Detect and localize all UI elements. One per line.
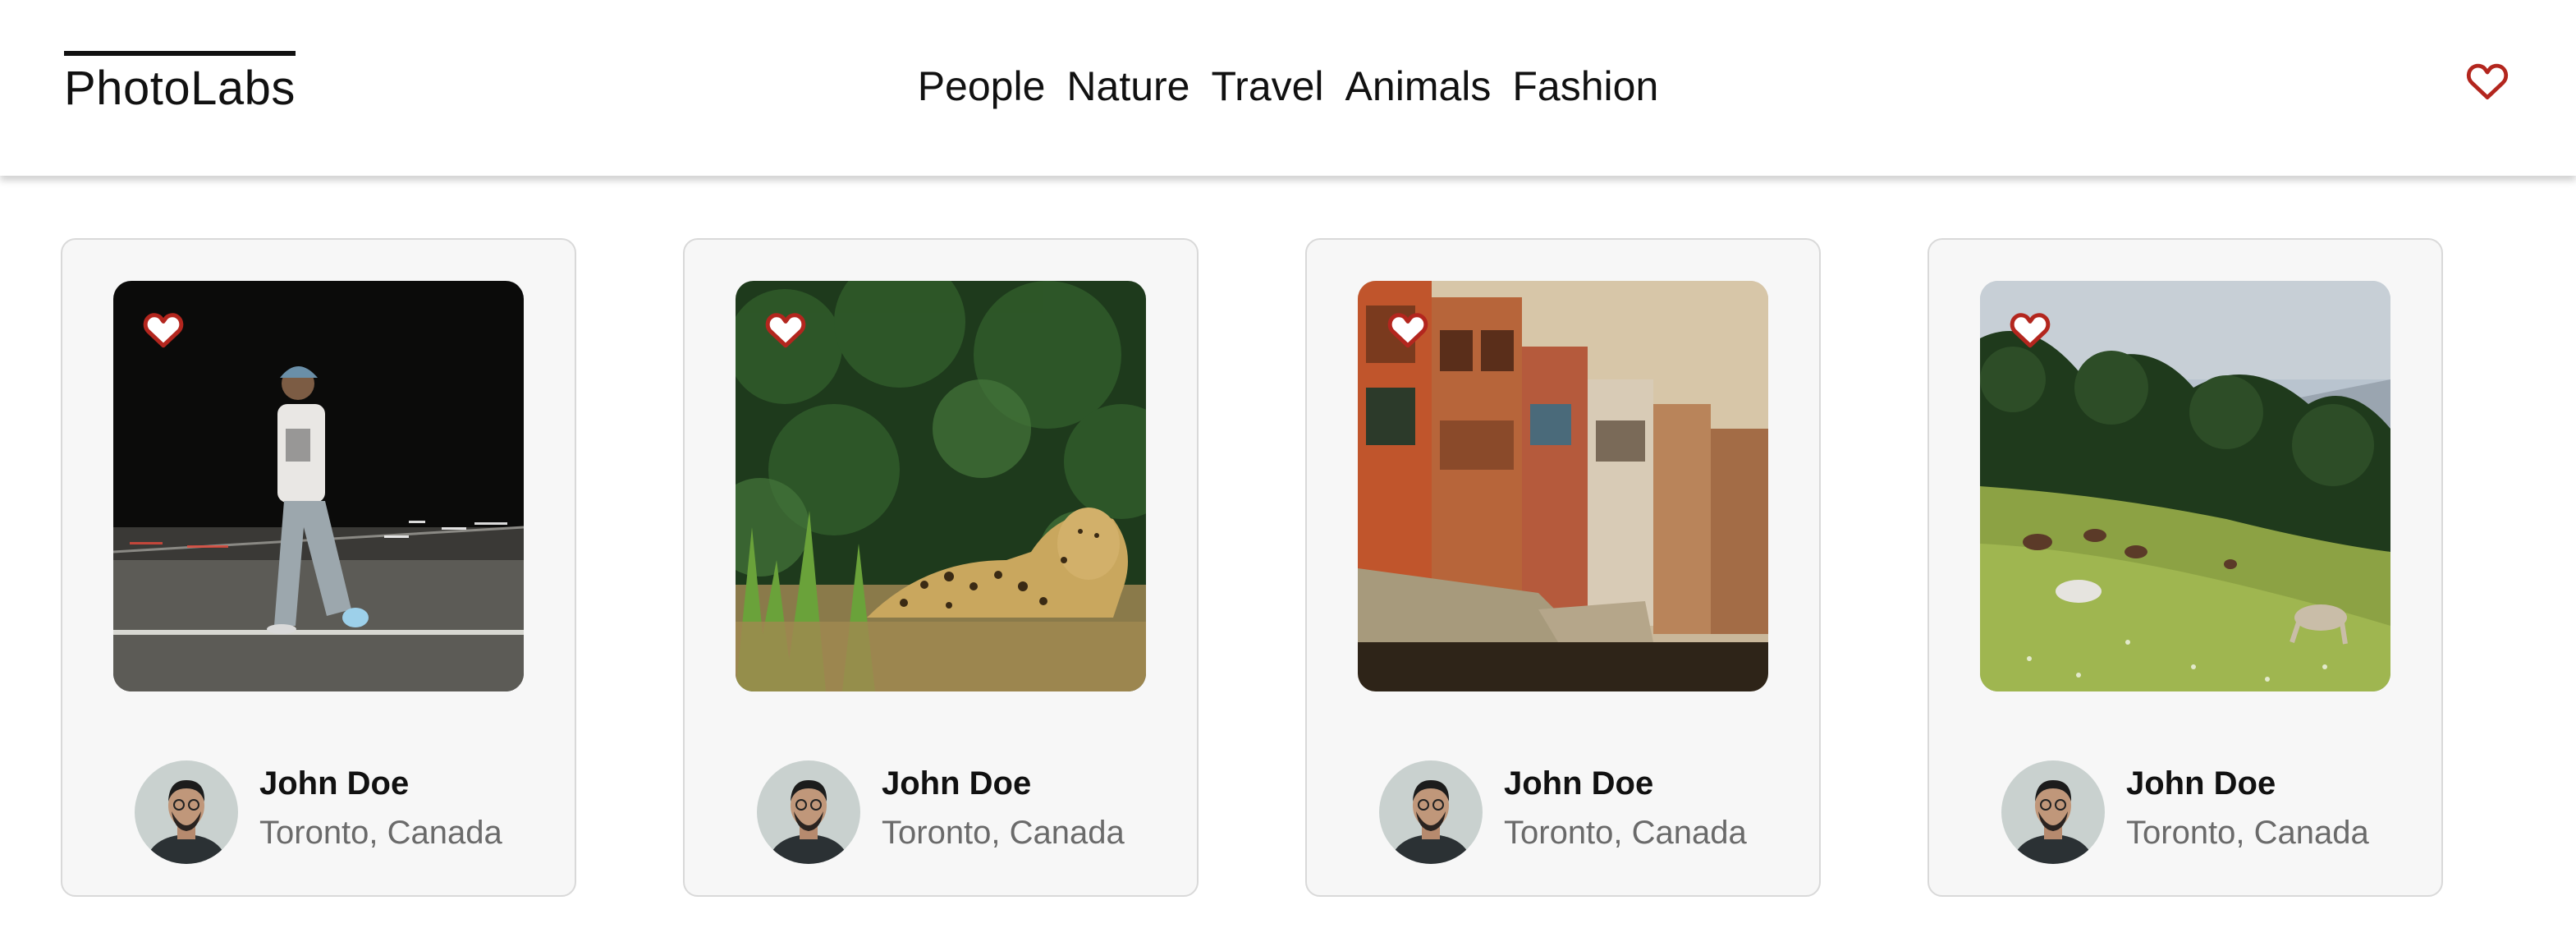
photo-user-details: John Doe Toronto, Canada: [2001, 760, 2395, 864]
photo-list-item[interactable]: John Doe Toronto, Canada: [683, 238, 1199, 897]
user-avatar: [757, 760, 860, 864]
user-location: Toronto, Canada: [2126, 815, 2369, 851]
photo-image[interactable]: [1980, 281, 2390, 691]
photo-user-details: John Doe Toronto, Canada: [1379, 760, 1773, 864]
photo-image[interactable]: [736, 281, 1146, 691]
user-name: John Doe: [882, 765, 1032, 802]
top-navigation-bar: PhotoLabs People Nature Travel Animals F…: [0, 0, 2576, 176]
user-name: John Doe: [2126, 765, 2276, 802]
favorite-heart-icon[interactable]: [2010, 310, 2051, 348]
topic-people[interactable]: People: [918, 57, 1046, 115]
topic-fashion[interactable]: Fashion: [1512, 57, 1658, 115]
user-name: John Doe: [1504, 765, 1654, 802]
user-name: John Doe: [259, 765, 410, 802]
topic-list: People Nature Travel Animals Fashion: [0, 57, 2576, 115]
photo-list-item[interactable]: John Doe Toronto, Canada: [1927, 238, 2443, 897]
photo-user-details: John Doe Toronto, Canada: [757, 760, 1151, 864]
photo-user-details: John Doe Toronto, Canada: [135, 760, 529, 864]
photo-list-item[interactable]: John Doe Toronto, Canada: [1305, 238, 1821, 897]
topic-travel[interactable]: Travel: [1211, 57, 1323, 115]
user-location: Toronto, Canada: [259, 815, 502, 851]
user-avatar: [2001, 760, 2105, 864]
photo-image[interactable]: [113, 281, 524, 691]
user-avatar: [1379, 760, 1483, 864]
favorite-heart-icon[interactable]: [765, 310, 806, 348]
user-avatar: [135, 760, 238, 864]
photo-image[interactable]: [1358, 281, 1768, 691]
photo-list-item[interactable]: John Doe Toronto, Canada: [61, 238, 576, 897]
favorites-heart-icon[interactable]: [2466, 61, 2509, 103]
favorite-heart-icon[interactable]: [1387, 310, 1428, 348]
topic-animals[interactable]: Animals: [1345, 57, 1492, 115]
user-location: Toronto, Canada: [1504, 815, 1747, 851]
user-location: Toronto, Canada: [882, 815, 1125, 851]
favorite-heart-icon[interactable]: [143, 310, 184, 348]
topic-nature[interactable]: Nature: [1066, 57, 1189, 115]
